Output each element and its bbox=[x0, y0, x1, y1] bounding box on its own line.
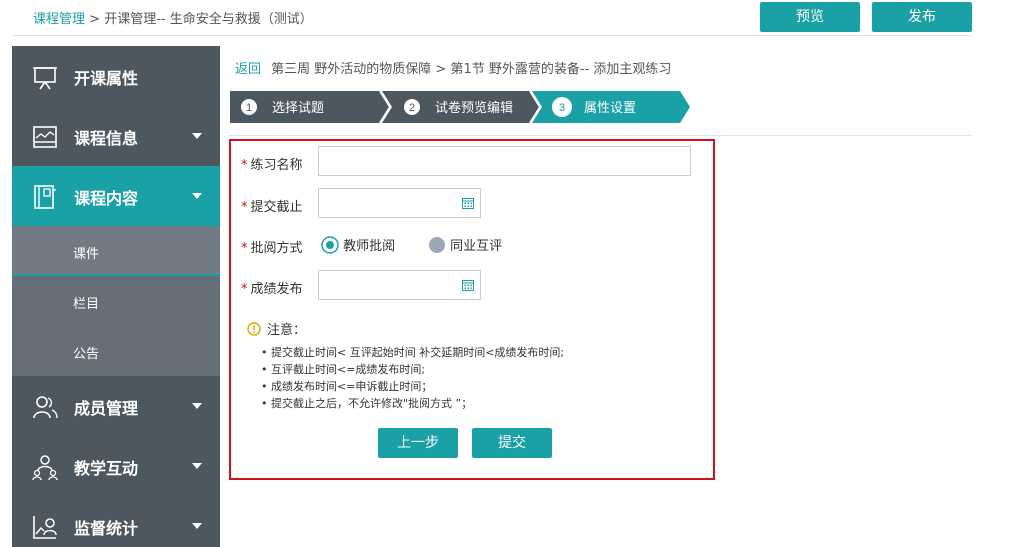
sidebar-item-course-info[interactable]: 课程信息 bbox=[12, 106, 220, 166]
radio-label: 同业互评 bbox=[450, 239, 503, 254]
sidebar-item-teaching-interaction[interactable]: 教学互动 bbox=[12, 436, 220, 496]
preview-button[interactable]: 预览 bbox=[760, 2, 860, 32]
required-mark: * bbox=[241, 200, 248, 215]
submit-button[interactable]: 提交 bbox=[472, 428, 552, 458]
top-bar: 课程管理 > 开课管理-- 生命安全与救援（测试） 预览 发布 bbox=[0, 0, 1009, 36]
deadline-date-field[interactable] bbox=[318, 188, 481, 218]
required-mark: * bbox=[241, 282, 248, 297]
step-1-number: 1 bbox=[246, 102, 252, 114]
book-icon bbox=[34, 185, 56, 209]
breadcrumb-course-management[interactable]: 课程管理 bbox=[33, 12, 85, 27]
review-row: * 批阅方式 bbox=[241, 237, 303, 267]
step-2-label: 试卷预览编辑 bbox=[435, 100, 513, 116]
radio-unchecked-icon bbox=[429, 236, 445, 253]
sidebar-subitem-label: 课件 bbox=[73, 247, 100, 262]
notes-title-row: 注意： bbox=[247, 319, 564, 338]
publish-button[interactable]: 发布 bbox=[872, 2, 972, 32]
notes-section: 注意： • 提交截止时间< 互评起始时间 补交延期时间<成绩发布时间; • 互评… bbox=[247, 319, 564, 412]
chevron-down-icon bbox=[192, 463, 202, 469]
sidebar-item-label: 开课属性 bbox=[74, 69, 139, 88]
content-path-text: 第三周 野外活动的物质保障 > 第1节 野外露营的装备-- 添加主观练习 bbox=[271, 62, 672, 77]
sidebar-item-supervision-statistics[interactable]: 监督统计 bbox=[12, 496, 220, 547]
sidebar-item-label: 课程信息 bbox=[74, 129, 139, 148]
sidebar-item-course-attributes[interactable]: 开课属性 bbox=[12, 46, 220, 106]
note-line: • 成绩发布时间<=申诉截止时间； bbox=[261, 380, 433, 393]
sidebar-item-label: 成员管理 bbox=[74, 399, 139, 418]
review-label: 批阅方式 bbox=[250, 241, 303, 256]
note-line: • 提交截止时间< 互评起始时间 补交延期时间<成绩发布时间; bbox=[261, 346, 565, 359]
previous-step-button[interactable]: 上一步 bbox=[378, 428, 458, 458]
sidebar-subitem-courseware[interactable]: 课件 bbox=[12, 226, 220, 276]
steps-divider bbox=[228, 135, 972, 136]
radio-peer-review[interactable]: 同业互评 bbox=[428, 235, 502, 254]
sidebar-item-label: 课程内容 bbox=[74, 189, 139, 208]
users-icon bbox=[33, 396, 58, 419]
note-line: • 提交截止之后，不允许修改"批阅方式 ”； bbox=[261, 397, 473, 410]
name-row: * 练习名称 bbox=[241, 154, 303, 184]
breadcrumb-separator: > bbox=[89, 12, 101, 27]
sidebar-subitem-announcements[interactable]: 公告 bbox=[12, 326, 220, 376]
radio-teacher-review[interactable]: 教师批阅 bbox=[321, 235, 395, 254]
breadcrumb-current: 开课管理-- 生命安全与救援（测试） bbox=[104, 12, 313, 27]
top-divider bbox=[12, 35, 972, 36]
sidebar-item-label: 教学互动 bbox=[74, 459, 139, 478]
radio-checked-icon bbox=[321, 235, 339, 254]
calendar-icon[interactable] bbox=[462, 197, 474, 209]
note-line: • 互评截止时间<=成绩发布时间; bbox=[261, 363, 426, 376]
step-2-number: 2 bbox=[409, 102, 415, 114]
step-3-number: 3 bbox=[559, 102, 565, 114]
back-link[interactable]: 返回 bbox=[235, 62, 261, 77]
name-label: 练习名称 bbox=[250, 158, 303, 173]
chevron-down-icon bbox=[192, 133, 202, 139]
chevron-down-icon bbox=[192, 193, 202, 199]
properties-form-panel: * 练习名称 * 提交截止 * 批阅方式 教师批阅 同业互评 * 成绩发布 注意… bbox=[229, 139, 715, 480]
presentation-icon bbox=[33, 67, 57, 90]
grade-label: 成绩发布 bbox=[250, 282, 303, 297]
deadline-label: 提交截止 bbox=[250, 200, 303, 215]
sidebar-item-label: 监督统计 bbox=[74, 519, 139, 538]
sidebar-item-member-management[interactable]: 成员管理 bbox=[12, 376, 220, 436]
grade-date-field[interactable] bbox=[318, 270, 481, 300]
radio-label: 教师批阅 bbox=[343, 239, 396, 254]
chevron-down-icon bbox=[192, 523, 202, 529]
content-breadcrumb: 返回 第三周 野外活动的物质保障 > 第1节 野外露营的装备-- 添加主观练习 bbox=[235, 58, 671, 77]
warning-icon bbox=[247, 321, 261, 336]
statistics-icon bbox=[33, 516, 57, 539]
sidebar-item-course-content[interactable]: 课程内容 bbox=[12, 166, 220, 226]
required-mark: * bbox=[241, 241, 248, 256]
chevron-down-icon bbox=[192, 403, 202, 409]
sidebar-subitem-label: 公告 bbox=[73, 347, 100, 362]
calendar-icon[interactable] bbox=[462, 279, 474, 291]
notes-title: 注意： bbox=[267, 323, 307, 338]
step-progress: 1 选择试题 2 试卷预览编辑 3 属性设置 bbox=[230, 91, 690, 123]
sidebar-subitem-label: 栏目 bbox=[73, 297, 100, 312]
chart-board-icon bbox=[33, 126, 57, 148]
sidebar-subitem-columns[interactable]: 栏目 bbox=[12, 276, 220, 326]
deadline-row: * 提交截止 bbox=[241, 196, 303, 226]
practice-name-input[interactable] bbox=[318, 146, 691, 176]
grade-row: * 成绩发布 bbox=[241, 278, 303, 308]
breadcrumb: 课程管理 > 开课管理-- 生命安全与救援（测试） bbox=[33, 8, 313, 27]
sidebar: 开课属性 课程信息 课程内容 课件 栏目 公告 成员管理 教学互动 监督统计 bbox=[12, 46, 220, 547]
step-3-label: 属性设置 bbox=[584, 101, 636, 116]
step-1-label: 选择试题 bbox=[272, 101, 324, 116]
required-mark: * bbox=[241, 158, 248, 173]
interaction-icon bbox=[32, 455, 58, 480]
